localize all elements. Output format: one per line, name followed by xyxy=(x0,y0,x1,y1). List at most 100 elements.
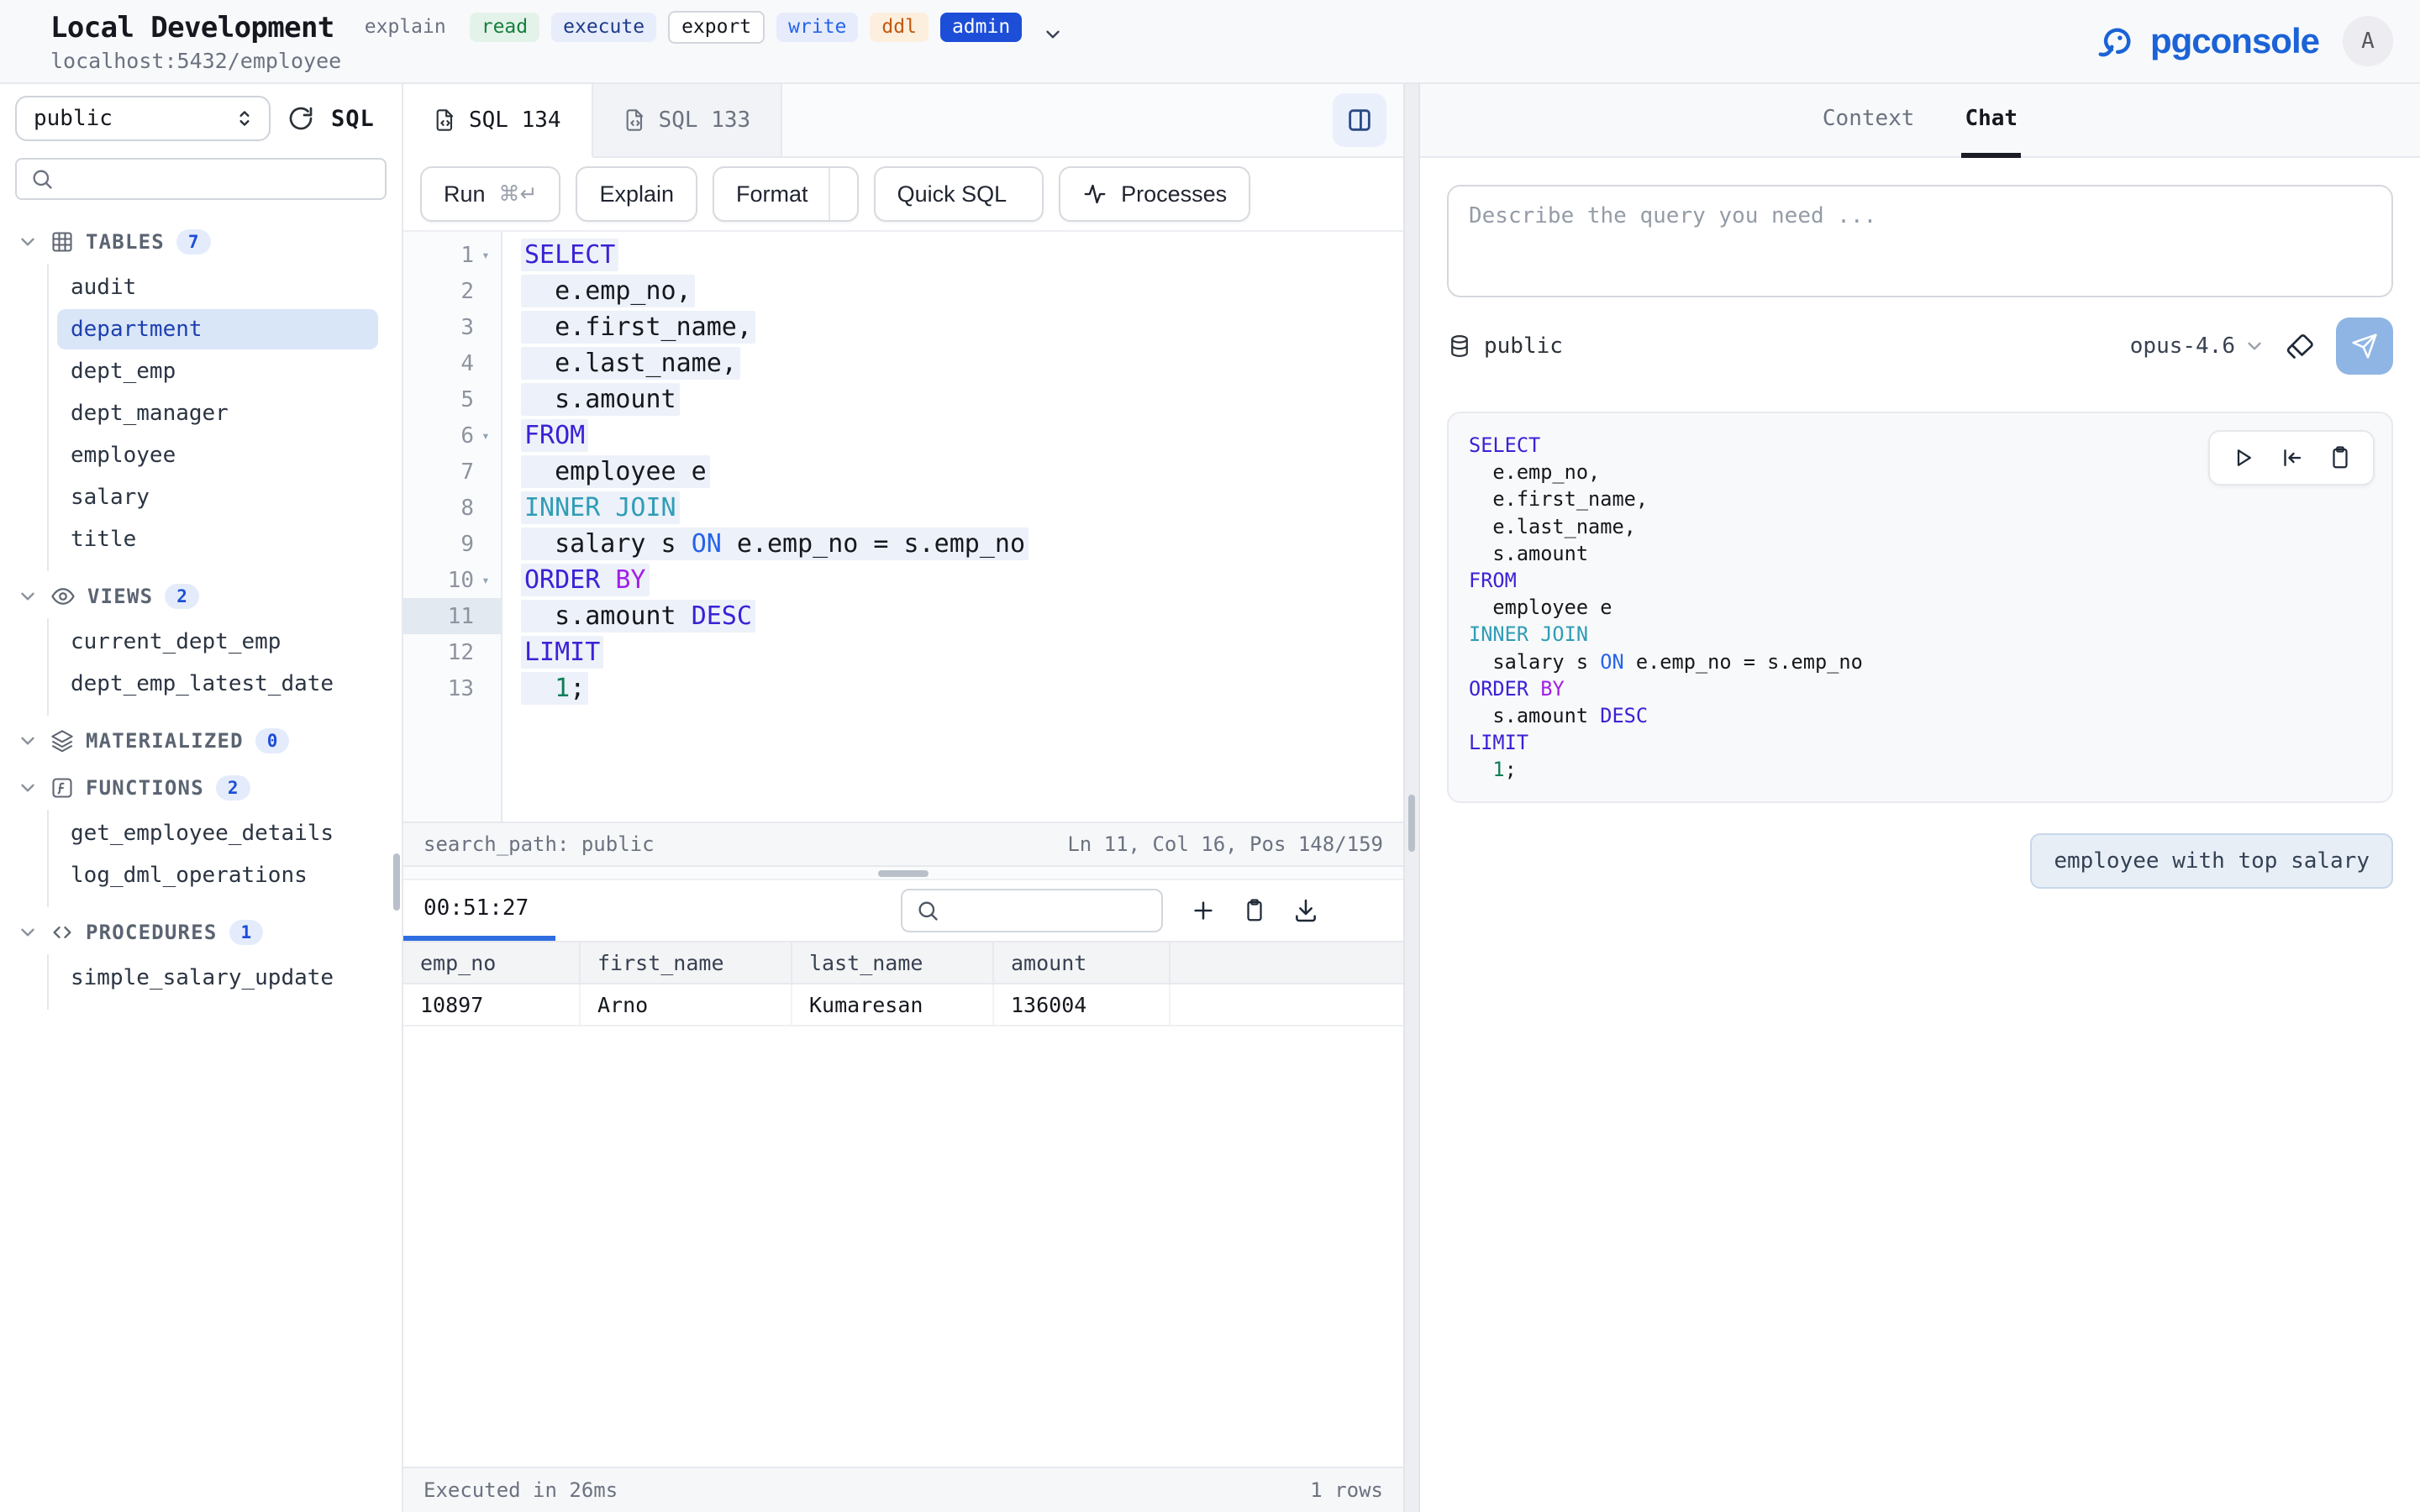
copy-results-button[interactable] xyxy=(1242,898,1267,923)
panel-resize-divider[interactable] xyxy=(1403,84,1420,1512)
editor-line-11[interactable]: s.amount DESC xyxy=(521,598,1403,634)
resize-handle[interactable] xyxy=(878,870,929,877)
insert-snippet-button[interactable] xyxy=(2279,445,2304,470)
editor-line-1[interactable]: SELECT xyxy=(521,237,1403,273)
editor-line-2[interactable]: e.emp_no, xyxy=(521,273,1403,309)
run-button[interactable]: Run ⌘↵ xyxy=(420,166,560,222)
editor-toolbar: Run ⌘↵ Explain Format Quick SQL Processe… xyxy=(403,158,1403,232)
avatar[interactable]: A xyxy=(2343,16,2393,66)
sidebar-search[interactable] xyxy=(15,158,387,200)
chevron-down-icon xyxy=(17,921,39,943)
column-header-amount[interactable]: amount xyxy=(993,942,1170,984)
chevron-down-icon[interactable] xyxy=(1042,24,1064,45)
chevron-down-icon xyxy=(17,730,39,752)
permission-badge-ddl[interactable]: ddl xyxy=(870,13,929,43)
results-search-input[interactable] xyxy=(950,899,1148,922)
page-title: Local Development xyxy=(50,11,334,45)
send-button[interactable] xyxy=(2336,318,2393,375)
sidebar-resize-handle[interactable] xyxy=(393,853,400,911)
database-icon xyxy=(1447,333,1472,359)
split-panel-button[interactable] xyxy=(1333,93,1386,147)
sidebar-item-simple_salary_update[interactable]: simple_salary_update xyxy=(57,958,378,998)
model-select[interactable]: opus-4.6 xyxy=(2130,333,2265,359)
sidebar-item-dept_manager[interactable]: dept_manager xyxy=(57,393,378,433)
gutter-line-10[interactable]: 10▾ xyxy=(403,562,501,598)
tab-sql-133[interactable]: SQL 133 xyxy=(593,84,783,156)
section-header-materialized[interactable]: MATERIALIZED 0 xyxy=(0,719,402,763)
permission-badge-read[interactable]: read xyxy=(470,13,539,43)
table-cell[interactable]: 10897 xyxy=(403,984,580,1026)
download-results-button[interactable] xyxy=(1292,897,1319,924)
sql-mode-toggle[interactable]: SQL xyxy=(331,106,375,132)
editor-line-3[interactable]: e.first_name, xyxy=(521,309,1403,345)
refresh-icon[interactable] xyxy=(287,105,314,132)
connection-string: localhost:5432/employee xyxy=(50,49,1064,73)
sidebar-item-dept_emp_latest_date[interactable]: dept_emp_latest_date xyxy=(57,664,378,704)
sidebar-search-input[interactable] xyxy=(64,167,371,191)
permission-badge-export[interactable]: export xyxy=(668,11,765,45)
editor-line-7[interactable]: employee e xyxy=(521,454,1403,490)
search-path-status: search_path: public xyxy=(424,832,655,856)
permission-badge-admin[interactable]: admin xyxy=(940,13,1022,43)
explain-button[interactable]: Explain xyxy=(576,166,697,222)
gutter-line-11: 11 xyxy=(403,598,501,634)
schema-chip[interactable]: public xyxy=(1447,333,1563,359)
permission-badge-write[interactable]: write xyxy=(776,13,858,43)
clear-chat-button[interactable] xyxy=(2286,331,2316,361)
column-header-emp_no[interactable]: emp_no xyxy=(403,942,580,984)
section-header-views[interactable]: VIEWS 2 xyxy=(0,575,402,618)
quick-sql-button[interactable]: Quick SQL xyxy=(874,166,1044,222)
editor-line-8[interactable]: INNER JOIN xyxy=(521,490,1403,526)
result-tab-timer[interactable]: 00:51:27 xyxy=(403,880,555,941)
format-chevron-icon[interactable] xyxy=(829,168,857,220)
processes-button[interactable]: Processes xyxy=(1059,166,1250,222)
editor-code[interactable]: SELECT e.emp_no, e.first_name, e.last_na… xyxy=(502,232,1403,822)
tab-sql-134[interactable]: SQL 134 xyxy=(403,84,593,158)
sidebar-item-title[interactable]: title xyxy=(57,519,378,559)
gutter-line-6[interactable]: 6▾ xyxy=(403,417,501,454)
results-resize-divider[interactable] xyxy=(403,867,1403,880)
run-snippet-button[interactable] xyxy=(2230,445,2255,470)
section-header-functions[interactable]: FUNCTIONS 2 xyxy=(0,766,402,810)
format-button[interactable]: Format xyxy=(713,166,859,222)
gutter-line-1[interactable]: 1▾ xyxy=(403,237,501,273)
table-row[interactable]: 10897ArnoKumaresan136004 xyxy=(403,984,1403,1026)
editor-line-4[interactable]: e.last_name, xyxy=(521,345,1403,381)
editor-line-9[interactable]: salary s ON e.emp_no = s.emp_no xyxy=(521,526,1403,562)
panel-tab-context[interactable]: Context xyxy=(1819,84,1918,158)
results-search[interactable] xyxy=(901,889,1163,932)
column-header-last_name[interactable]: last_name xyxy=(792,942,993,984)
editor-line-10[interactable]: ORDER BY xyxy=(521,562,1403,598)
sidebar-item-log_dml_operations[interactable]: log_dml_operations xyxy=(57,855,378,895)
schema-select[interactable]: public xyxy=(15,96,271,141)
editor-line-13[interactable]: 1; xyxy=(521,670,1403,706)
table-cell[interactable]: Kumaresan xyxy=(792,984,993,1026)
sql-editor[interactable]: 1▾ 2 3 4 5 6▾ 7 8 9 10▾ 11 12 13 SELECT … xyxy=(403,232,1403,822)
chat-input[interactable] xyxy=(1447,185,2393,297)
sidebar-item-dept_emp[interactable]: dept_emp xyxy=(57,351,378,391)
add-result-tab-button[interactable] xyxy=(1190,897,1217,924)
copy-snippet-button[interactable] xyxy=(2328,445,2353,470)
section-label: FUNCTIONS xyxy=(86,776,204,800)
resize-handle[interactable] xyxy=(1408,795,1415,852)
editor-line-12[interactable]: LIMIT xyxy=(521,634,1403,670)
editor-line-6[interactable]: FROM xyxy=(521,417,1403,454)
sidebar-item-get_employee_details[interactable]: get_employee_details xyxy=(57,813,378,853)
table-cell[interactable]: Arno xyxy=(580,984,792,1026)
sidebar-item-audit[interactable]: audit xyxy=(57,267,378,307)
sidebar-item-current_dept_emp[interactable]: current_dept_emp xyxy=(57,622,378,662)
row-count: 1 rows xyxy=(1310,1478,1383,1502)
editor-line-5[interactable]: s.amount xyxy=(521,381,1403,417)
table-grid-icon xyxy=(50,230,74,254)
section-header-procedures[interactable]: PROCEDURES 1 xyxy=(0,911,402,954)
sidebar-item-department[interactable]: department xyxy=(57,309,378,349)
section-header-tables[interactable]: TABLES 7 xyxy=(0,220,402,264)
sidebar-item-salary[interactable]: salary xyxy=(57,477,378,517)
table-cell[interactable]: 136004 xyxy=(993,984,1170,1026)
main-area: SQL 134 SQL 133 Run ⌘↵ Explain Format xyxy=(403,84,1403,1512)
column-header-first_name[interactable]: first_name xyxy=(580,942,792,984)
sidebar-item-employee[interactable]: employee xyxy=(57,435,378,475)
permission-badge-explain[interactable]: explain xyxy=(365,13,458,43)
permission-badge-execute[interactable]: execute xyxy=(551,13,656,43)
panel-tab-chat[interactable]: Chat xyxy=(1961,84,2021,158)
